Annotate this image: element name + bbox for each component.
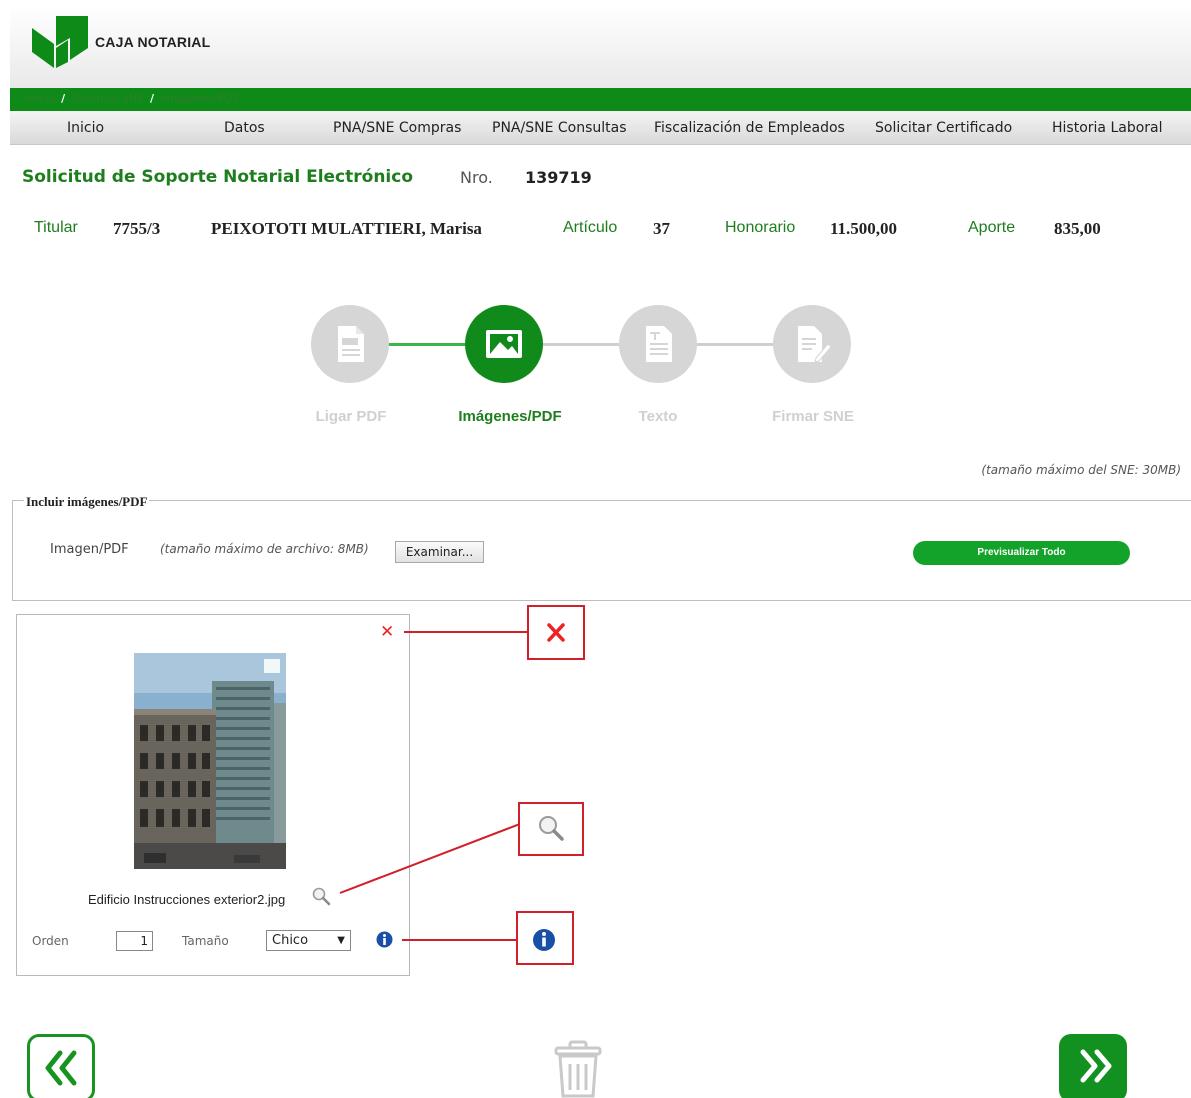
breadcrumb-item[interactable]: Inicio	[26, 92, 55, 105]
step-label-ligar-pdf: Ligar PDF	[315, 408, 387, 425]
tamano-label: Tamaño	[182, 934, 229, 948]
magnifier-icon	[539, 816, 564, 841]
text-document-icon	[646, 326, 672, 362]
info-icon	[533, 929, 555, 951]
image-pdf-label: Imagen/PDF	[50, 542, 129, 557]
aporte-label: Aporte	[968, 219, 1016, 236]
nav-item-inicio[interactable]: Inicio	[67, 120, 104, 136]
image-icon	[486, 330, 522, 358]
step-ligar-pdf[interactable]	[311, 305, 389, 383]
step-firmar-sne[interactable]	[773, 305, 851, 383]
step-texto[interactable]	[619, 305, 697, 383]
articulo-value: 37	[653, 219, 670, 238]
titular-name: PEIXOTOTI MULATTIERI, Marisa	[211, 219, 482, 238]
nro-label: Nro.	[460, 168, 493, 187]
max-sne-note: (tamaño máximo del SNE: 30MB)	[981, 463, 1181, 477]
nav-item-datos[interactable]: Datos	[224, 120, 265, 136]
chevron-down-icon: ▼	[337, 935, 345, 946]
step-label-texto: Texto	[638, 408, 678, 425]
breadcrumb-item[interactable]: Solicitud SNE	[71, 92, 144, 105]
stepper-connector	[696, 343, 776, 346]
brand-name: CAJA NOTARIAL	[95, 34, 211, 50]
double-chevron-left-icon	[45, 1050, 77, 1086]
honorario-value: 11.500,00	[830, 219, 898, 238]
next-button[interactable]	[1059, 1034, 1127, 1098]
nro-value: 139719	[525, 168, 592, 187]
caja-notarial-logo-icon[interactable]	[32, 16, 88, 68]
titular-code: 7755/3	[113, 219, 161, 238]
browse-button[interactable]: Examinar...	[395, 541, 484, 563]
step-label-imagenes-pdf: Imágenes/PDF	[458, 408, 562, 425]
nav-item-compras[interactable]: PNA/SNE Compras	[333, 120, 461, 136]
titular-label: Titular	[34, 219, 78, 236]
breadcrumb-item[interactable]: Imágenes/PDF	[160, 92, 239, 105]
nav-item-consultas[interactable]: PNA/SNE Consultas	[492, 120, 627, 136]
remove-image-close-icon[interactable]: ✕	[380, 624, 394, 641]
file-size-hint: (tamaño máximo de archivo: 8MB)	[160, 542, 369, 556]
articulo-label: Artículo	[563, 219, 618, 236]
preview-all-button[interactable]: Previsualizar Todo	[913, 541, 1130, 565]
orden-label: Orden	[32, 934, 69, 948]
image-thumbnail[interactable]	[134, 653, 286, 869]
callout-zoom	[518, 802, 584, 856]
step-label-firmar-sne: Firmar SNE	[772, 408, 854, 425]
nav-item-fiscalizacion[interactable]: Fiscalización de Empleados	[654, 120, 845, 136]
callout-connector	[402, 939, 518, 941]
back-button[interactable]	[27, 1034, 95, 1098]
magnifier-icon[interactable]	[311, 886, 331, 906]
honorario-label: Honorario	[725, 219, 796, 236]
close-icon	[547, 623, 565, 642]
stepper-connector	[388, 343, 466, 346]
step-imagenes-pdf[interactable]	[465, 305, 543, 383]
callout-remove	[527, 605, 585, 660]
page-title: Solicitud de Soporte Notarial Electrónic…	[22, 167, 413, 187]
stepper-connector	[542, 343, 622, 346]
double-chevron-right-icon	[1080, 1049, 1112, 1083]
callout-info	[516, 911, 574, 965]
tamano-selected-value: Chico	[272, 933, 309, 948]
sign-document-icon	[798, 326, 832, 363]
main-nav: Inicio Datos PNA/SNE Compras PNA/SNE Con…	[10, 111, 1191, 145]
pdf-file-icon	[338, 326, 364, 362]
upload-legend: Incluir imágenes/PDF	[24, 494, 150, 510]
nav-item-certificado[interactable]: Solicitar Certificado	[875, 120, 1012, 136]
aporte-value: 835,00	[1054, 219, 1101, 238]
breadcrumb-separator: /	[61, 92, 66, 105]
nav-item-historia[interactable]: Historia Laboral	[1052, 120, 1163, 136]
breadcrumb: Inicio / Solicitud SNE / Imágenes/PDF	[10, 88, 1191, 111]
breadcrumb-separator: /	[150, 92, 155, 105]
trash-icon[interactable]	[552, 1040, 604, 1098]
image-filename: Edificio Instrucciones exterior2.jpg	[88, 892, 286, 907]
callout-connector	[404, 631, 528, 633]
orden-input[interactable]: 1	[116, 931, 153, 951]
tamano-select[interactable]: Chico ▼	[266, 930, 351, 951]
info-icon[interactable]	[376, 931, 393, 948]
app-header: CAJA NOTARIAL	[10, 6, 1191, 88]
